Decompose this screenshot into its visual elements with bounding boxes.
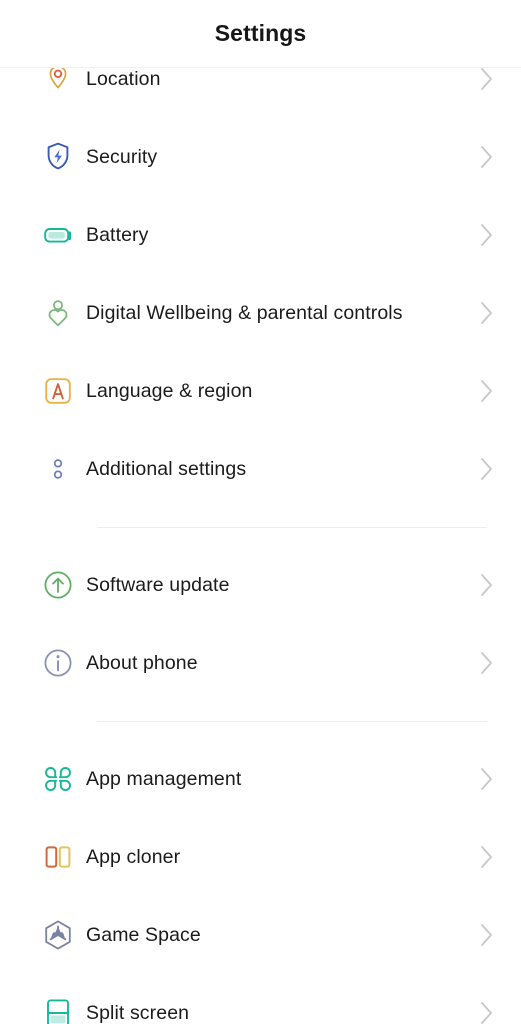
settings-row-label-location: Location [86, 68, 161, 90]
chevron-right-icon [463, 274, 509, 352]
section-divider-section-system [0, 702, 521, 740]
settings-row-label-about-phone: About phone [86, 651, 198, 674]
settings-row-location[interactable]: Location [0, 68, 521, 118]
settings-list[interactable]: Location Security Battery Digital Wellbeing… [0, 68, 521, 1024]
settings-row-language-region[interactable]: Language & region [0, 352, 521, 430]
chevron-right-icon [463, 546, 509, 624]
chevron-right-icon [463, 196, 509, 274]
chevron-right-icon [463, 430, 509, 508]
settings-row-game-space[interactable]: Game Space [0, 896, 521, 974]
settings-row-app-cloner[interactable]: App cloner [0, 818, 521, 896]
chevron-right-icon [463, 740, 509, 818]
settings-row-label-software-update: Software update [86, 573, 230, 596]
settings-row-split-screen[interactable]: Split screen [0, 974, 521, 1024]
location-pin-icon [30, 68, 86, 118]
app-header: Settings [0, 0, 521, 68]
battery-icon [30, 196, 86, 274]
letter-a-box-icon [30, 352, 86, 430]
settings-screen: Settings Location Security Battery Digital … [0, 0, 521, 1024]
chevron-right-icon [463, 974, 509, 1024]
settings-row-label-additional-settings: Additional settings [86, 457, 247, 480]
settings-row-label-security: Security [86, 145, 158, 168]
settings-row-security[interactable]: Security [0, 118, 521, 196]
settings-row-software-update[interactable]: Software update [0, 546, 521, 624]
info-circle-icon [30, 624, 86, 702]
settings-row-label-app-management: App management [86, 767, 242, 790]
settings-row-label-split-screen: Split screen [86, 1001, 190, 1024]
settings-row-additional-settings[interactable]: Additional settings [0, 430, 521, 508]
settings-row-label-digital-wellbeing: Digital Wellbeing & parental controls [86, 301, 403, 324]
chevron-right-icon [463, 352, 509, 430]
settings-row-digital-wellbeing[interactable]: Digital Wellbeing & parental controls [0, 274, 521, 352]
settings-row-battery[interactable]: Battery [0, 196, 521, 274]
settings-row-app-management[interactable]: App management [0, 740, 521, 818]
settings-row-label-language-region: Language & region [86, 379, 253, 402]
chevron-right-icon [463, 68, 509, 118]
person-heart-icon [30, 274, 86, 352]
arrow-up-circle-icon [30, 546, 86, 624]
settings-row-label-app-cloner: App cloner [86, 845, 181, 868]
settings-row-label-game-space: Game Space [86, 923, 201, 946]
hexagon-blade-icon [30, 896, 86, 974]
section-divider-section-primary [0, 508, 521, 546]
page-title: Settings [214, 20, 307, 46]
two-dots-icon [30, 430, 86, 508]
clover-grid-icon [30, 740, 86, 818]
two-panels-icon [30, 818, 86, 896]
chevron-right-icon [463, 624, 509, 702]
settings-row-label-battery: Battery [86, 223, 149, 246]
chevron-right-icon [463, 118, 509, 196]
shield-bolt-icon [30, 118, 86, 196]
chevron-right-icon [463, 896, 509, 974]
settings-row-about-phone[interactable]: About phone [0, 624, 521, 702]
split-screen-icon [30, 974, 86, 1024]
chevron-right-icon [463, 818, 509, 896]
